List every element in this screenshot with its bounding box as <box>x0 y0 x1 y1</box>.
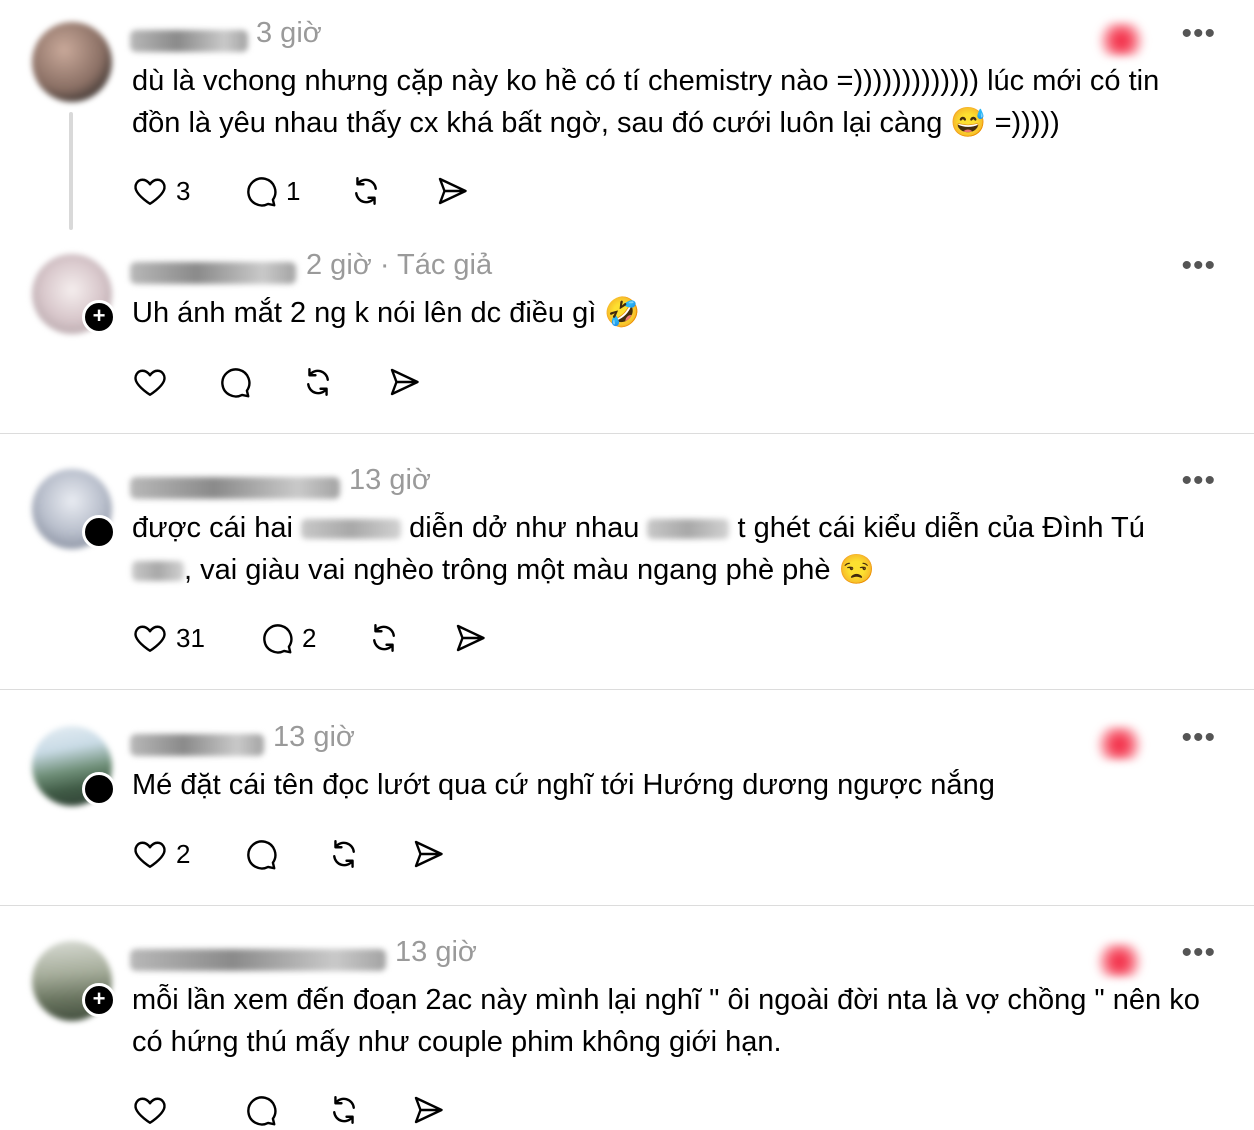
heart-icon <box>134 841 166 868</box>
send-icon <box>414 1096 443 1124</box>
redacted-text <box>132 561 184 582</box>
username-blurred[interactable] <box>130 262 296 284</box>
repost-button[interactable] <box>348 171 384 211</box>
avatar[interactable] <box>32 22 112 102</box>
like-count: 2 <box>176 838 191 869</box>
comment-text-part: , vai giàu vai nghèo trông một màu ngang… <box>184 554 875 586</box>
thread-connector <box>69 112 73 230</box>
comment-text: dù là vchong nhưng cặp này ko hề có tí c… <box>132 65 1160 139</box>
more-options-icon[interactable]: ••• <box>1181 251 1216 281</box>
repost-button[interactable] <box>326 1090 362 1130</box>
comment-text: Mé đặt cái tên đọc lướt qua cứ nghĩ tới … <box>132 769 995 801</box>
like-count: 3 <box>176 175 191 206</box>
reply-button[interactable] <box>242 1090 278 1130</box>
comment-time: 3 giờ <box>256 17 322 49</box>
comment-icon <box>247 840 277 870</box>
comment-icon <box>247 1096 277 1126</box>
more-options-icon[interactable]: ••• <box>1181 723 1216 753</box>
repost-button[interactable] <box>366 618 402 658</box>
comment-icon <box>263 624 293 654</box>
comment-text-part: được cái hai <box>132 512 293 544</box>
reply-button[interactable]: 2 <box>258 618 316 658</box>
repost-icon <box>373 624 395 652</box>
add-follow-badge[interactable]: + <box>82 983 116 1017</box>
heart-icon <box>134 1097 166 1124</box>
heart-icon <box>134 625 166 652</box>
like-count: 31 <box>176 622 205 653</box>
add-follow-badge <box>82 772 116 806</box>
like-button[interactable] <box>132 1090 168 1130</box>
like-button[interactable] <box>132 362 168 402</box>
reply-button[interactable] <box>242 834 278 874</box>
comment-text: Uh ánh mắt 2 ng k nói lên dc điều gì 🤣 <box>132 297 641 329</box>
comment-text-part: diễn dở như nhau <box>409 512 640 544</box>
add-follow-badge[interactable]: + <box>82 300 116 334</box>
heart-icon <box>134 369 166 396</box>
like-button[interactable]: 31 <box>132 618 205 658</box>
more-options-icon[interactable]: ••• <box>1181 19 1216 49</box>
liked-indicator <box>1098 22 1150 56</box>
reply-button[interactable]: 1 <box>242 171 300 211</box>
username-blurred[interactable] <box>130 477 340 499</box>
repost-icon <box>307 368 329 396</box>
repost-button[interactable] <box>300 362 336 402</box>
liked-indicator <box>1096 726 1148 760</box>
divider <box>0 689 1254 690</box>
liked-indicator <box>1096 943 1148 977</box>
share-button[interactable] <box>452 618 488 658</box>
username-blurred[interactable] <box>130 949 386 971</box>
username-blurred[interactable] <box>130 734 264 756</box>
comment-text: mỗi lần xem đến đoạn 2ac này mình lại ng… <box>132 984 1200 1058</box>
repost-icon <box>333 840 355 868</box>
share-button[interactable] <box>386 362 422 402</box>
comment-text-part: t ghét cái kiểu diễn của Đình Tú <box>737 512 1145 544</box>
reply-count: 2 <box>302 622 317 653</box>
add-follow-badge <box>82 515 116 549</box>
like-button[interactable]: 2 <box>132 834 190 874</box>
comment-time: 13 giờ <box>395 936 477 968</box>
comment-time: 13 giờ <box>273 721 355 753</box>
reply-button[interactable] <box>216 362 252 402</box>
redacted-text <box>647 519 730 540</box>
send-icon <box>390 368 419 396</box>
share-button[interactable] <box>410 1090 446 1130</box>
send-icon <box>414 840 443 868</box>
send-icon <box>456 624 485 652</box>
username-blurred[interactable] <box>130 30 248 52</box>
share-button[interactable] <box>410 834 446 874</box>
repost-button[interactable] <box>326 834 362 874</box>
heart-icon <box>134 178 166 205</box>
comment-text: được cái hai diễn dở như nhau t ghét cái… <box>132 507 1202 591</box>
send-icon <box>438 177 467 205</box>
more-options-icon[interactable]: ••• <box>1181 938 1216 968</box>
comment-icon <box>221 368 251 398</box>
divider <box>0 433 1254 434</box>
reply-count: 1 <box>286 175 301 206</box>
repost-icon <box>355 177 377 205</box>
comment-icon <box>247 177 277 207</box>
share-button[interactable] <box>434 171 470 211</box>
redacted-text <box>301 519 402 540</box>
divider <box>0 905 1254 906</box>
more-options-icon[interactable]: ••• <box>1181 466 1216 496</box>
repost-icon <box>333 1096 355 1124</box>
like-button[interactable]: 3 <box>132 171 190 211</box>
comment-time: 13 giờ <box>349 464 431 496</box>
comment-time: 2 giờ · Tác giả <box>306 249 493 281</box>
